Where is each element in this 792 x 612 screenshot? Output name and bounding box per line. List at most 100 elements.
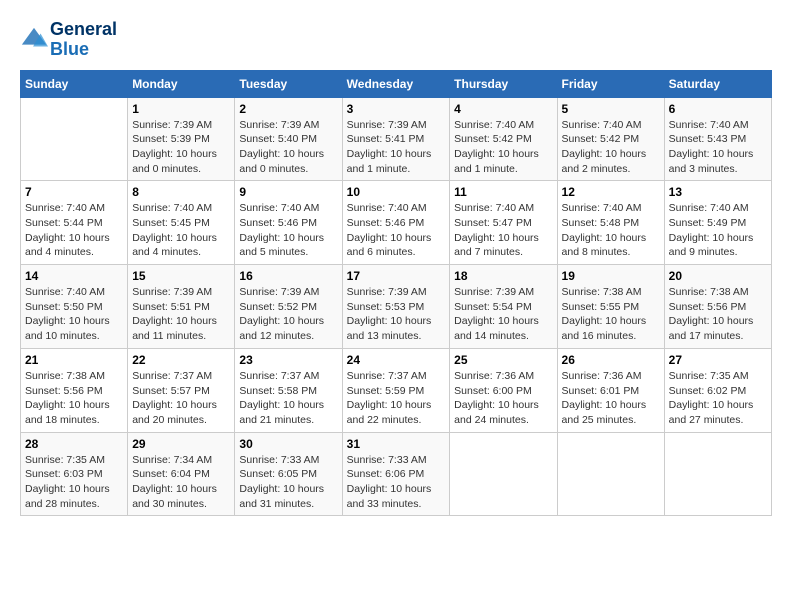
header-cell-thursday: Thursday [450,70,557,97]
day-number: 12 [562,185,660,199]
day-number: 9 [239,185,337,199]
header-cell-saturday: Saturday [664,70,771,97]
day-info: Sunrise: 7:39 AM Sunset: 5:40 PM Dayligh… [239,118,337,177]
day-cell: 19 Sunrise: 7:38 AM Sunset: 5:55 PM Dayli… [557,265,664,349]
day-info: Sunrise: 7:40 AM Sunset: 5:46 PM Dayligh… [239,201,337,260]
logo-line2: Blue [50,40,117,60]
week-row-2: 7 Sunrise: 7:40 AM Sunset: 5:44 PM Daylig… [21,181,772,265]
day-number: 14 [25,269,123,283]
day-cell [557,432,664,516]
day-info: Sunrise: 7:33 AM Sunset: 6:06 PM Dayligh… [347,453,446,512]
day-number: 11 [454,185,552,199]
day-cell: 1 Sunrise: 7:39 AM Sunset: 5:39 PM Daylig… [128,97,235,181]
day-info: Sunrise: 7:39 AM Sunset: 5:41 PM Dayligh… [347,118,446,177]
day-number: 2 [239,102,337,116]
day-cell: 17 Sunrise: 7:39 AM Sunset: 5:53 PM Dayli… [342,265,450,349]
day-number: 31 [347,437,446,451]
day-info: Sunrise: 7:34 AM Sunset: 6:04 PM Dayligh… [132,453,230,512]
day-cell: 29 Sunrise: 7:34 AM Sunset: 6:04 PM Dayli… [128,432,235,516]
day-info: Sunrise: 7:33 AM Sunset: 6:05 PM Dayligh… [239,453,337,512]
day-info: Sunrise: 7:35 AM Sunset: 6:02 PM Dayligh… [669,369,767,428]
day-number: 13 [669,185,767,199]
day-number: 18 [454,269,552,283]
day-cell: 3Sunrise: 7:39 AM Sunset: 5:41 PM Daylig… [342,97,450,181]
week-row-3: 14 Sunrise: 7:40 AM Sunset: 5:50 PM Dayli… [21,265,772,349]
day-info: Sunrise: 7:40 AM Sunset: 5:44 PM Dayligh… [25,201,123,260]
day-info: Sunrise: 7:40 AM Sunset: 5:43 PM Dayligh… [669,118,767,177]
calendar-table: SundayMondayTuesdayWednesdayThursdayFrid… [20,70,772,517]
day-cell: 24Sunrise: 7:37 AM Sunset: 5:59 PM Dayli… [342,348,450,432]
day-number: 10 [347,185,446,199]
day-cell: 10 Sunrise: 7:40 AM Sunset: 5:46 PM Dayli… [342,181,450,265]
day-number: 6 [669,102,767,116]
day-info: Sunrise: 7:40 AM Sunset: 5:49 PM Dayligh… [669,201,767,260]
day-cell: 31 Sunrise: 7:33 AM Sunset: 6:06 PM Dayli… [342,432,450,516]
day-info: Sunrise: 7:39 AM Sunset: 5:52 PM Dayligh… [239,285,337,344]
header-cell-friday: Friday [557,70,664,97]
day-info: Sunrise: 7:36 AM Sunset: 6:01 PM Dayligh… [562,369,660,428]
day-number: 1 [132,102,230,116]
day-info: Sunrise: 7:37 AM Sunset: 5:57 PM Dayligh… [132,369,230,428]
day-cell: 6 Sunrise: 7:40 AM Sunset: 5:43 PM Daylig… [664,97,771,181]
day-cell: 4Sunrise: 7:40 AM Sunset: 5:42 PM Daylig… [450,97,557,181]
day-cell: 23Sunrise: 7:37 AM Sunset: 5:58 PM Dayli… [235,348,342,432]
page-header: General Blue [20,20,772,60]
day-cell: 27 Sunrise: 7:35 AM Sunset: 6:02 PM Dayli… [664,348,771,432]
day-info: Sunrise: 7:36 AM Sunset: 6:00 PM Dayligh… [454,369,552,428]
day-info: Sunrise: 7:40 AM Sunset: 5:46 PM Dayligh… [347,201,446,260]
day-number: 25 [454,353,552,367]
header-row: SundayMondayTuesdayWednesdayThursdayFrid… [21,70,772,97]
header-cell-sunday: Sunday [21,70,128,97]
day-cell: 8Sunrise: 7:40 AM Sunset: 5:45 PM Daylig… [128,181,235,265]
day-cell: 13 Sunrise: 7:40 AM Sunset: 5:49 PM Dayli… [664,181,771,265]
day-cell: 2 Sunrise: 7:39 AM Sunset: 5:40 PM Daylig… [235,97,342,181]
day-cell: 12Sunrise: 7:40 AM Sunset: 5:48 PM Dayli… [557,181,664,265]
day-cell: 18 Sunrise: 7:39 AM Sunset: 5:54 PM Dayli… [450,265,557,349]
day-number: 22 [132,353,230,367]
day-info: Sunrise: 7:37 AM Sunset: 5:59 PM Dayligh… [347,369,446,428]
day-number: 8 [132,185,230,199]
day-cell: 11 Sunrise: 7:40 AM Sunset: 5:47 PM Dayli… [450,181,557,265]
day-info: Sunrise: 7:38 AM Sunset: 5:56 PM Dayligh… [669,285,767,344]
day-info: Sunrise: 7:39 AM Sunset: 5:39 PM Dayligh… [132,118,230,177]
week-row-4: 21 Sunrise: 7:38 AM Sunset: 5:56 PM Dayli… [21,348,772,432]
day-number: 29 [132,437,230,451]
day-info: Sunrise: 7:38 AM Sunset: 5:56 PM Dayligh… [25,369,123,428]
calendar-body: 1 Sunrise: 7:39 AM Sunset: 5:39 PM Daylig… [21,97,772,516]
logo-text: General Blue [50,20,117,60]
calendar-header: SundayMondayTuesdayWednesdayThursdayFrid… [21,70,772,97]
day-number: 16 [239,269,337,283]
day-number: 17 [347,269,446,283]
day-cell: 15 Sunrise: 7:39 AM Sunset: 5:51 PM Dayli… [128,265,235,349]
day-number: 26 [562,353,660,367]
day-number: 30 [239,437,337,451]
day-info: Sunrise: 7:38 AM Sunset: 5:55 PM Dayligh… [562,285,660,344]
week-row-1: 1 Sunrise: 7:39 AM Sunset: 5:39 PM Daylig… [21,97,772,181]
day-number: 21 [25,353,123,367]
day-cell: 9 Sunrise: 7:40 AM Sunset: 5:46 PM Daylig… [235,181,342,265]
day-info: Sunrise: 7:35 AM Sunset: 6:03 PM Dayligh… [25,453,123,512]
day-info: Sunrise: 7:40 AM Sunset: 5:50 PM Dayligh… [25,285,123,344]
day-number: 7 [25,185,123,199]
day-cell: 20Sunrise: 7:38 AM Sunset: 5:56 PM Dayli… [664,265,771,349]
day-cell: 25 Sunrise: 7:36 AM Sunset: 6:00 PM Dayli… [450,348,557,432]
day-cell: 7 Sunrise: 7:40 AM Sunset: 5:44 PM Daylig… [21,181,128,265]
header-cell-tuesday: Tuesday [235,70,342,97]
day-cell: 30 Sunrise: 7:33 AM Sunset: 6:05 PM Dayli… [235,432,342,516]
day-number: 19 [562,269,660,283]
day-info: Sunrise: 7:39 AM Sunset: 5:51 PM Dayligh… [132,285,230,344]
day-cell [450,432,557,516]
day-number: 5 [562,102,660,116]
day-number: 28 [25,437,123,451]
day-number: 15 [132,269,230,283]
header-cell-wednesday: Wednesday [342,70,450,97]
logo-icon [20,26,48,54]
day-info: Sunrise: 7:39 AM Sunset: 5:54 PM Dayligh… [454,285,552,344]
day-info: Sunrise: 7:40 AM Sunset: 5:42 PM Dayligh… [454,118,552,177]
header-cell-monday: Monday [128,70,235,97]
logo: General Blue [20,20,117,60]
day-number: 27 [669,353,767,367]
day-info: Sunrise: 7:40 AM Sunset: 5:47 PM Dayligh… [454,201,552,260]
day-cell [21,97,128,181]
day-info: Sunrise: 7:39 AM Sunset: 5:53 PM Dayligh… [347,285,446,344]
